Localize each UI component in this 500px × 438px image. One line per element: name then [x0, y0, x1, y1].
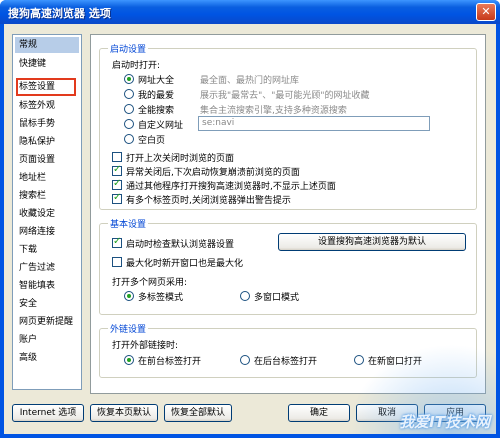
checkbox-label: 异常关闭后,下次启动恢复崩溃前浏览的页面	[126, 168, 300, 178]
basic-group: 基本设置 启动时检查默认浏览器设置 设置搜狗高速浏览器为默认 最大化时新开窗口也…	[99, 217, 477, 315]
startup-option-desc: 集合主流搜索引擎,支持多种资源搜索	[200, 106, 347, 116]
multi-open-label: 打开多个网页采用:	[112, 278, 188, 288]
checkbox-label: 有多个标签页时,关闭浏览器弹出警告提示	[126, 196, 291, 206]
sidebar-item-general[interactable]: 常规	[15, 37, 79, 53]
external-open-hide-checkbox[interactable]	[112, 178, 122, 190]
startup-open-label: 启动时打开:	[112, 61, 161, 71]
sidebar-item-privacy[interactable]: 隐私保护	[15, 134, 79, 150]
startup-radio-favorites[interactable]	[124, 89, 134, 99]
title-bar[interactable]: 搜狗高速浏览器 选项 ✕	[0, 0, 500, 24]
custom-url-input[interactable]: se:navi	[198, 116, 430, 131]
sidebar-item-search-bar[interactable]: 搜索栏	[15, 188, 79, 204]
startup-group: 启动设置 启动时打开: 网址大全 最全面、最热门的网址库 我的最爱 展示我"最常…	[99, 42, 477, 210]
sidebar-item-address-bar[interactable]: 地址栏	[15, 170, 79, 186]
sidebar-item-ad-filter[interactable]: 广告过滤	[15, 260, 79, 276]
checkbox-label: 打开上次关闭时浏览的页面	[126, 154, 235, 164]
startup-option-label: 自定义网址	[138, 121, 184, 131]
radio-label: 在后台标签打开	[254, 357, 318, 367]
settings-panel: 启动设置 启动时打开: 网址大全 最全面、最热门的网址库 我的最爱 展示我"最常…	[90, 34, 486, 394]
sidebar-item-advanced[interactable]: 高级	[15, 350, 79, 366]
checkbox-label: 通过其他程序打开搜狗高速浏览器时,不显示上述页面	[126, 182, 336, 192]
multi-tab-mode-radio[interactable]	[124, 291, 134, 301]
front-tab-radio[interactable]	[124, 355, 134, 365]
sidebar-item-favorites[interactable]: 收藏设定	[15, 206, 79, 222]
sidebar-item-tab-appearance[interactable]: 标签外观	[15, 98, 79, 114]
startup-option-label: 空白页	[138, 136, 166, 146]
restore-page-default-button[interactable]: 恢复本页默认	[90, 404, 158, 422]
sidebar-item-security[interactable]: 安全	[15, 296, 79, 312]
sidebar-item-mouse-gestures[interactable]: 鼠标手势	[15, 116, 79, 132]
startup-option-desc: 展示我"最常去"、"最可能光顾"的网址收藏	[200, 91, 370, 101]
window-title: 搜狗高速浏览器 选项	[8, 7, 111, 20]
startup-option-desc: 最全面、最热门的网址库	[200, 76, 300, 86]
category-list: 常规 快捷键 标签设置 标签外观 鼠标手势 隐私保护 页面设置 地址栏 搜索栏 …	[12, 34, 82, 390]
sidebar-item-network[interactable]: 网络连接	[15, 224, 79, 240]
sidebar-item-update-alert[interactable]: 网页更新提醒	[15, 314, 79, 330]
maximize-new-window-checkbox[interactable]	[112, 257, 122, 267]
sidebar-item-download[interactable]: 下载	[15, 242, 79, 258]
back-tab-radio[interactable]	[240, 355, 250, 365]
set-default-browser-button[interactable]: 设置搜狗高速浏览器为默认	[278, 233, 466, 251]
sidebar-item-page-settings[interactable]: 页面设置	[15, 152, 79, 168]
basic-group-title: 基本设置	[108, 217, 149, 230]
close-warning-checkbox[interactable]	[112, 192, 122, 204]
startup-radio-url-guide[interactable]	[124, 74, 134, 84]
checkbox-label: 启动时检查默认浏览器设置	[126, 240, 235, 250]
restore-last-session-checkbox[interactable]	[112, 152, 122, 162]
external-links-group: 外链设置 打开外部链接时: 在前台标签打开 在后台标签打开 在新窗口打开	[99, 322, 477, 378]
close-button[interactable]: ✕	[476, 3, 496, 21]
external-group-title: 外链设置	[108, 322, 149, 335]
sidebar-item-form-fill[interactable]: 智能填表	[15, 278, 79, 294]
ok-button[interactable]: 确定	[288, 404, 350, 422]
internet-options-button[interactable]: Internet 选项	[12, 404, 84, 422]
sidebar-item-tab-settings[interactable]: 标签设置	[15, 79, 79, 95]
options-window: 搜狗高速浏览器 选项 ✕ 常规 快捷键 标签设置 标签外观 鼠标手势 隐私保护 …	[0, 0, 500, 438]
new-window-radio[interactable]	[354, 355, 364, 365]
startup-radio-search[interactable]	[124, 104, 134, 114]
external-open-label: 打开外部链接时:	[112, 341, 179, 351]
checkbox-label: 最大化时新开窗口也是最大化	[126, 259, 244, 269]
sidebar-item-shortcuts[interactable]: 快捷键	[15, 56, 79, 72]
radio-label: 多窗口模式	[254, 293, 300, 303]
dialog-body: 常规 快捷键 标签设置 标签外观 鼠标手势 隐私保护 页面设置 地址栏 搜索栏 …	[4, 24, 496, 434]
check-default-browser-checkbox[interactable]	[112, 236, 122, 248]
multi-window-mode-radio[interactable]	[240, 291, 250, 301]
startup-option-label: 网址大全	[138, 76, 175, 86]
crash-recovery-checkbox[interactable]	[112, 164, 122, 176]
sidebar-item-account[interactable]: 账户	[15, 332, 79, 348]
startup-radio-custom-url[interactable]	[124, 119, 134, 129]
radio-label: 在前台标签打开	[138, 357, 202, 367]
startup-option-label: 我的最爱	[138, 91, 175, 101]
radio-label: 在新窗口打开	[368, 357, 423, 367]
startup-option-label: 全能搜索	[138, 106, 175, 116]
site-watermark: 我爱IT技术网	[399, 413, 490, 431]
startup-radio-blank[interactable]	[124, 134, 134, 144]
radio-label: 多标签模式	[138, 293, 184, 303]
startup-group-title: 启动设置	[108, 42, 149, 55]
restore-all-default-button[interactable]: 恢复全部默认	[164, 404, 232, 422]
